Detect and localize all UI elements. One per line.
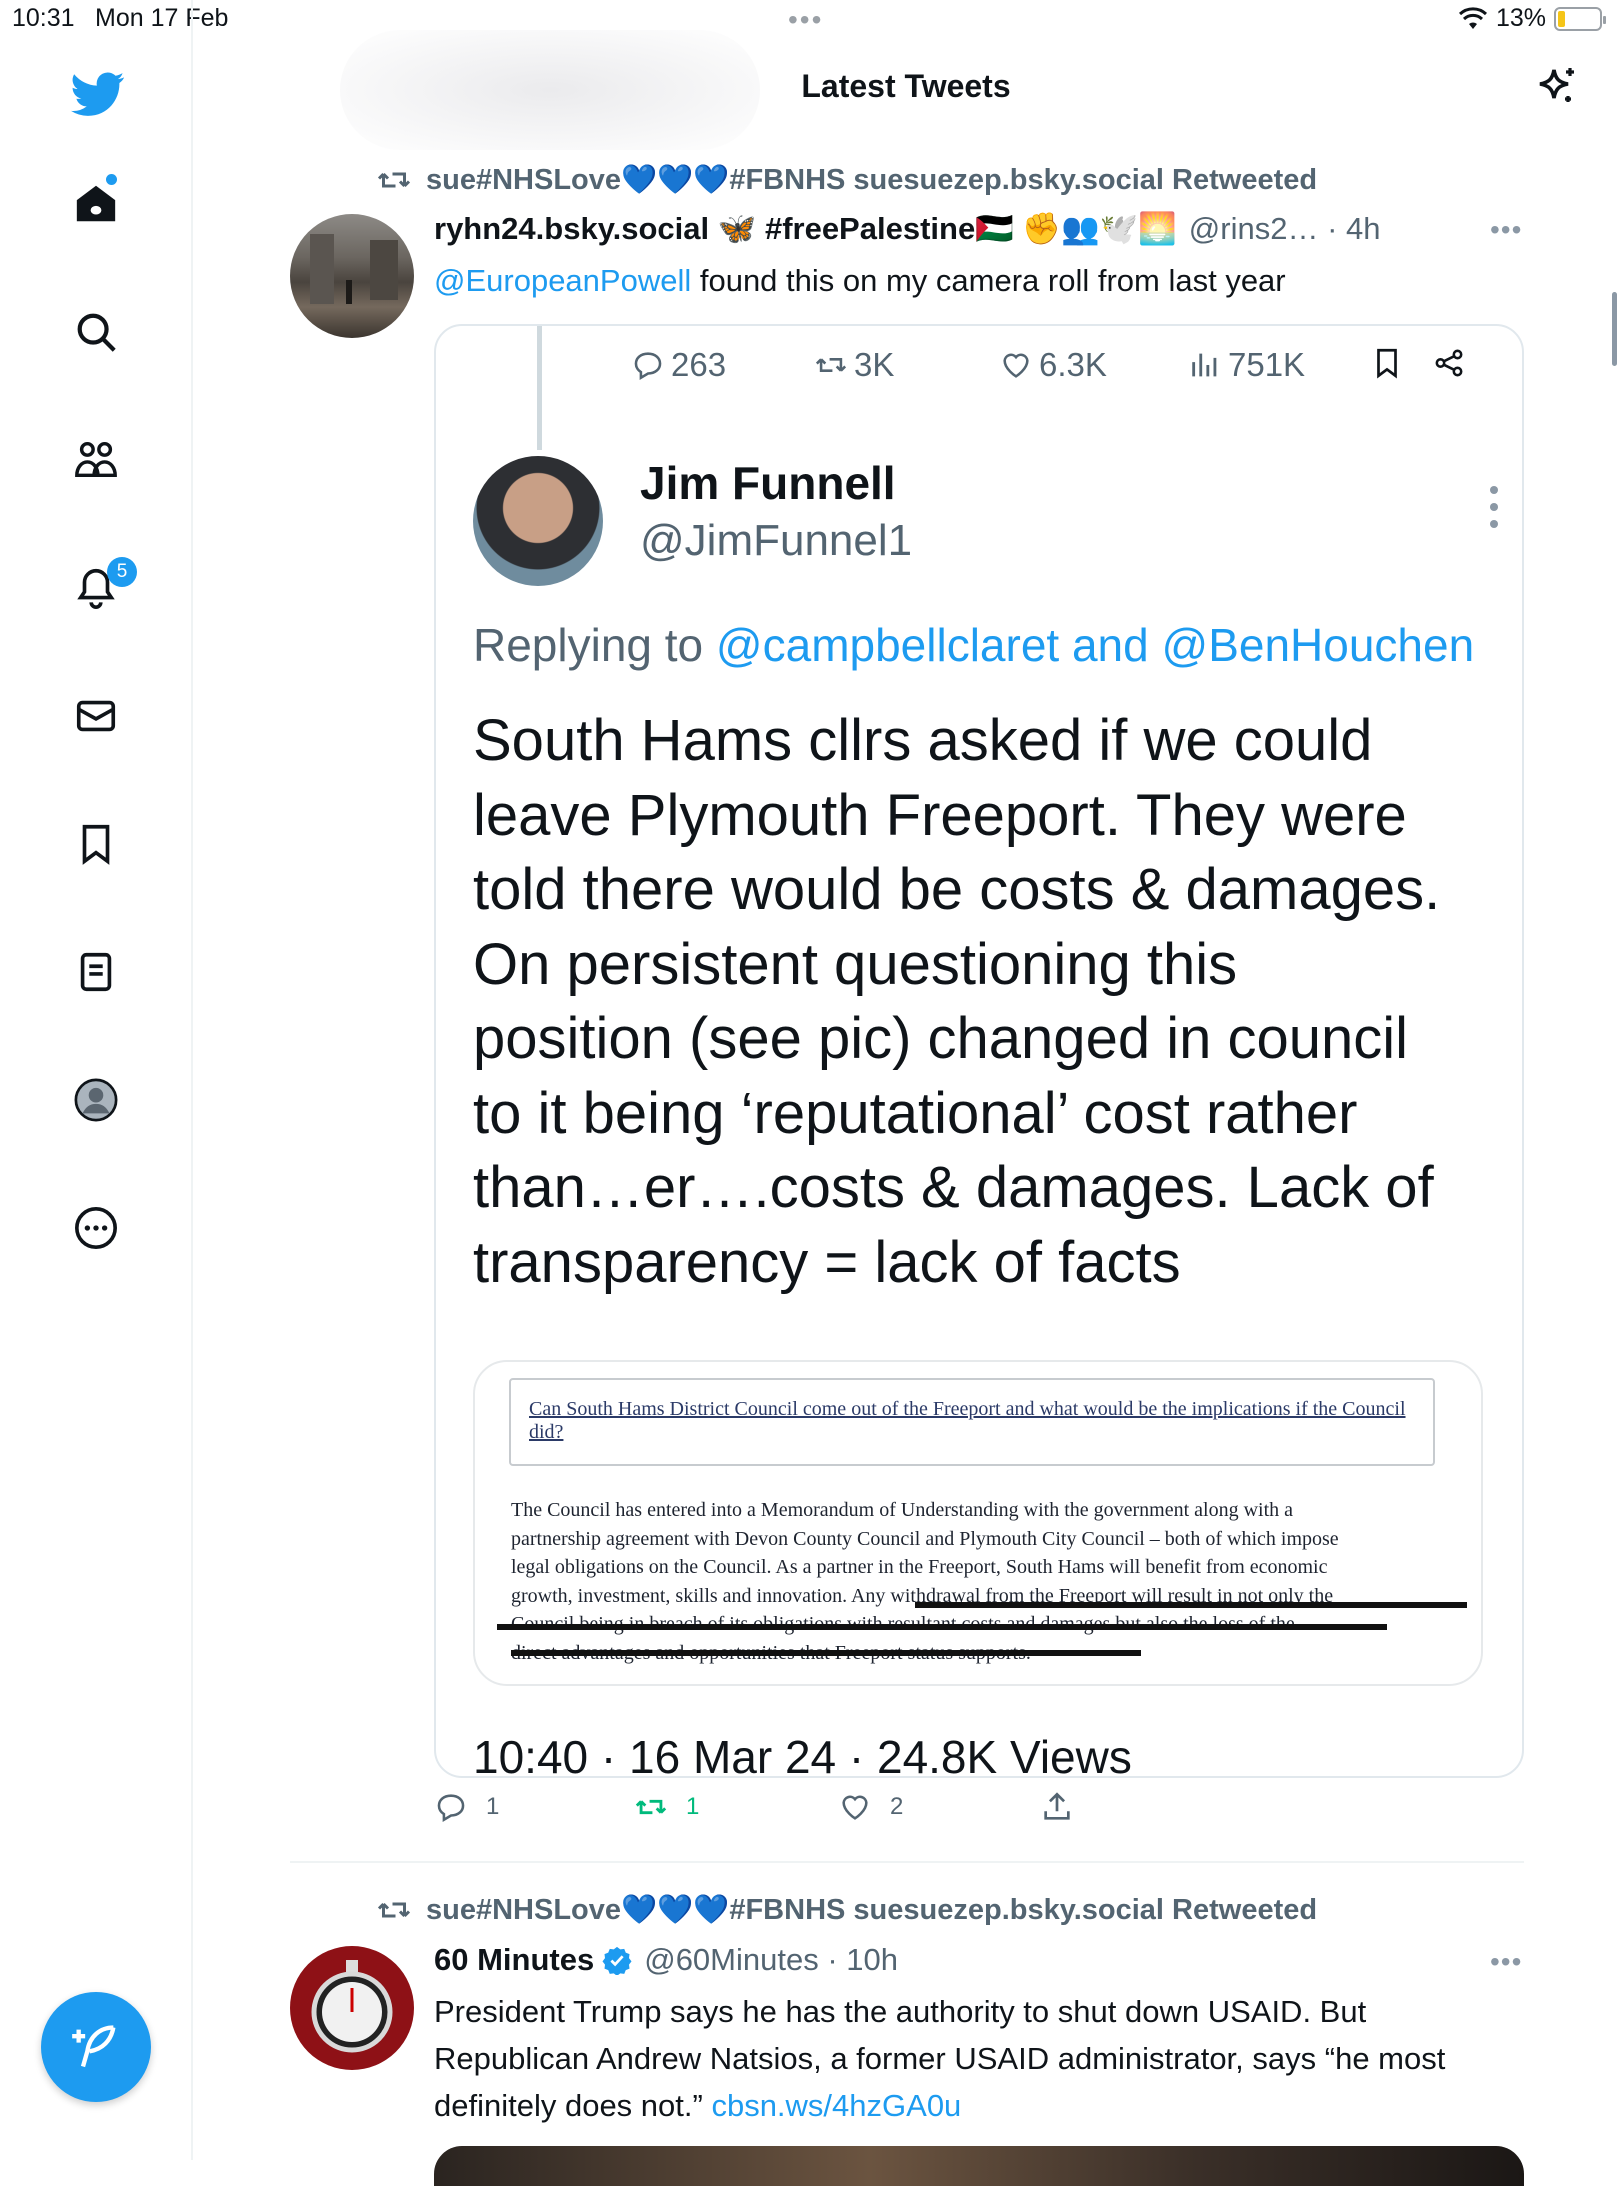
highlight-underline bbox=[497, 1624, 1387, 1630]
compose-feather-icon bbox=[72, 2025, 116, 2068]
author-name[interactable]: 60 Minutes bbox=[434, 1942, 594, 1978]
share-upload-icon bbox=[1044, 1792, 1070, 1820]
wifi-icon bbox=[1458, 6, 1487, 29]
tweet-divider bbox=[290, 1861, 1524, 1863]
author-name[interactable]: ryhn24.bsky.social 🦋 #freePalestine🇵🇸 ✊👥… bbox=[434, 210, 1177, 247]
document-question: Can South Hams District Council come out… bbox=[509, 1378, 1435, 1466]
screenshot-author-name: Jim Funnell bbox=[640, 457, 896, 509]
battery-icon bbox=[1554, 6, 1606, 31]
council-document-excerpt: Can South Hams District Council come out… bbox=[473, 1360, 1483, 1686]
screenshot-author-avatar bbox=[473, 456, 603, 586]
screenshot-tweet-text: South Hams cllrs asked if we could leave… bbox=[473, 704, 1522, 1300]
vertical-more-icon bbox=[1490, 486, 1498, 537]
bookmark-icon bbox=[1370, 346, 1404, 380]
retweet-context: sue#NHSLove💙💙💙#FBNHS suesuezep.bsky.soci… bbox=[376, 162, 1317, 198]
highlight-underline bbox=[915, 1602, 1467, 1608]
author-handle-time[interactable]: @60Minutes · 10h bbox=[644, 1942, 898, 1978]
status-indicators: 13% bbox=[1458, 4, 1606, 33]
author-handle-time[interactable]: @rins2… · 4h bbox=[1189, 211, 1381, 247]
tweet-author-avatar[interactable] bbox=[290, 214, 414, 338]
tweet-author-line: 60 Minutes @60Minutes · 10h bbox=[434, 1942, 898, 1978]
like-count: 2 bbox=[890, 1793, 904, 1820]
more-options-icon[interactable] bbox=[72, 1204, 120, 1252]
retweet-icon bbox=[815, 358, 847, 372]
screenshot-views: 751K bbox=[1188, 346, 1305, 384]
tweet-link[interactable]: cbsn.ws/4hzGA0u bbox=[711, 2088, 961, 2123]
verified-badge-icon bbox=[602, 1946, 632, 1975]
retweet-icon bbox=[635, 1799, 667, 1815]
retweeted-by-text[interactable]: sue#NHSLove💙💙💙#FBNHS suesuezep.bsky.soci… bbox=[426, 1893, 1317, 1927]
views-chart-icon bbox=[1192, 353, 1217, 377]
screenshot-line: leave Plymouth Freeport. They were bbox=[473, 782, 1407, 848]
screenshot-stats-bar: 263 3K 6.3K 751K bbox=[436, 346, 1522, 396]
tweet-author-line: ryhn24.bsky.social 🦋 #freePalestine🇵🇸 ✊👥… bbox=[434, 210, 1381, 247]
screenshot-retweets: 3K bbox=[814, 346, 894, 384]
messages-icon[interactable] bbox=[72, 692, 120, 740]
tweet-text: @EuropeanPowell found this on my camera … bbox=[434, 257, 1286, 304]
like-button[interactable]: 2 bbox=[838, 1790, 903, 1824]
tweet-actions: 1 1 2 bbox=[434, 1790, 1114, 1830]
heart-icon bbox=[1003, 353, 1029, 378]
lists-icon[interactable] bbox=[72, 948, 120, 996]
tweet-author-avatar[interactable] bbox=[290, 1946, 414, 2070]
tweet-text: President Trump says he has the authorit… bbox=[434, 1988, 1524, 2129]
screenshot-line: told there would be costs & damages. bbox=[473, 857, 1441, 922]
reply-bubble-icon bbox=[634, 352, 662, 381]
screenshot-line: to it being ‘reputational’ cost rather bbox=[473, 1080, 1358, 1146]
home-icon[interactable] bbox=[72, 180, 120, 228]
retweet-count: 1 bbox=[686, 1793, 700, 1820]
screenshot-replies: 263 bbox=[631, 346, 726, 384]
tweet-media-preview[interactable] bbox=[434, 2146, 1524, 2186]
scroll-indicator[interactable] bbox=[1612, 292, 1617, 366]
screenshot-likes: 6.3K bbox=[999, 346, 1107, 384]
screenshot-replying-to: Replying to @campbellclaret and @BenHouc… bbox=[473, 619, 1475, 671]
heart-icon bbox=[842, 1795, 868, 1820]
notification-badge: 5 bbox=[107, 557, 137, 587]
communities-icon[interactable] bbox=[72, 436, 120, 484]
search-icon[interactable] bbox=[72, 308, 120, 356]
battery-percent: 13% bbox=[1495, 4, 1546, 32]
screenshot-line: transparency = lack of facts bbox=[473, 1229, 1181, 1295]
highlight-underline bbox=[511, 1650, 1141, 1656]
screenshot-timestamp-cut: 10:40 · 16 Mar 24 · 24.8K Views bbox=[473, 1731, 1132, 1778]
compose-tweet-button[interactable] bbox=[41, 1992, 151, 2102]
retweet-icon bbox=[377, 172, 411, 188]
multitasking-dots-icon[interactable]: ••• bbox=[788, 4, 823, 36]
page-title: Latest Tweets bbox=[801, 68, 1011, 104]
tweet-image-screenshot[interactable]: 263 3K 6.3K 751K Jim Funnell @JimFunnel1… bbox=[434, 324, 1524, 1778]
document-body: The Council has entered into a Memorandu… bbox=[511, 1499, 1339, 1664]
sparkle-timeline-icon[interactable] bbox=[1532, 64, 1580, 112]
retweet-button[interactable]: 1 bbox=[634, 1790, 699, 1824]
reply-bubble-icon bbox=[437, 1794, 465, 1823]
retweeted-by-text[interactable]: sue#NHSLove💙💙💙#FBNHS suesuezep.bsky.soci… bbox=[426, 163, 1317, 197]
screenshot-line: On persistent questioning this bbox=[473, 931, 1238, 997]
screenshot-line: South Hams cllrs asked if we could bbox=[473, 708, 1373, 773]
profile-avatar-icon[interactable] bbox=[72, 1076, 120, 1124]
share-button[interactable] bbox=[1040, 1790, 1074, 1824]
screenshot-author-handle: @JimFunnel1 bbox=[640, 516, 913, 565]
sidebar: 5 bbox=[0, 0, 193, 2160]
retweet-context: sue#NHSLove💙💙💙#FBNHS suesuezep.bsky.soci… bbox=[376, 1892, 1317, 1928]
tweet-text-rest: found this on my camera roll from last y… bbox=[691, 263, 1286, 298]
share-icon bbox=[1432, 346, 1466, 380]
stopwatch-logo-icon bbox=[311, 1960, 393, 2053]
retweet-icon bbox=[377, 1902, 411, 1918]
reply-button[interactable]: 1 bbox=[434, 1790, 499, 1824]
screenshot-line: than…er….costs & damages. Lack of bbox=[473, 1155, 1434, 1220]
tweet-more-icon[interactable]: ••• bbox=[1490, 214, 1522, 246]
screenshot-line: position (see pic) changed in council bbox=[473, 1006, 1408, 1071]
home-unread-dot bbox=[106, 174, 117, 185]
bookmarks-icon[interactable] bbox=[72, 820, 120, 868]
reply-count: 1 bbox=[486, 1793, 500, 1820]
tweet-more-icon[interactable]: ••• bbox=[1490, 1946, 1522, 1978]
tweet-mention-link[interactable]: @EuropeanPowell bbox=[434, 263, 691, 298]
